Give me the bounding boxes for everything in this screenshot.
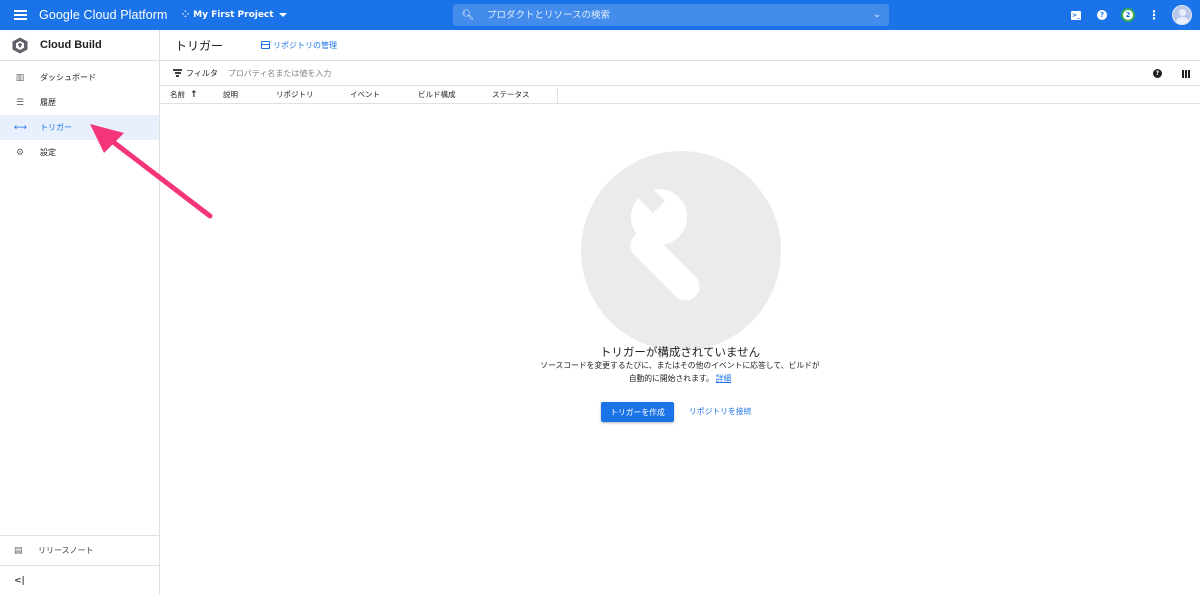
help-icon[interactable]: ? xyxy=(1153,69,1162,78)
collapse-sidebar-button[interactable]: <| xyxy=(0,565,159,595)
search-input[interactable] xyxy=(483,9,865,21)
sidebar-header: Cloud Build xyxy=(0,30,159,61)
dashboard-icon: ▥ xyxy=(15,72,25,83)
gear-icon: ⚙ xyxy=(15,147,25,158)
search-bar[interactable]: 🔍︎ ⌄ xyxy=(453,4,889,26)
cloud-build-logo-icon xyxy=(12,37,28,54)
column-header-event[interactable]: イベント xyxy=(350,86,380,104)
column-header-status[interactable]: ステータス xyxy=(492,86,530,104)
project-selector[interactable]: ⁘ My First Project xyxy=(182,10,287,20)
column-header-repository[interactable]: リポジトリ xyxy=(276,86,314,104)
sidebar-item-label: 設定 xyxy=(40,148,56,157)
sidebar-item-triggers[interactable]: ⟷ トリガー xyxy=(0,115,159,140)
column-display-icon[interactable] xyxy=(1182,69,1190,78)
sidebar: Cloud Build ▥ ダッシュボード ☰ 履歴 ⟷ トリガー ⚙ 設定 ▤… xyxy=(0,30,160,595)
empty-state-description: ソースコードを変更するたびに、またはその他のイベントに応答して、ビルドが 自動的… xyxy=(160,359,1200,385)
release-notes-link[interactable]: ▤ リリースノート xyxy=(0,535,159,565)
main-content: トリガー リポジトリの管理 フィルタ ? 名前↑ 説明 リポジトリ イベント ビ… xyxy=(160,30,1200,595)
filter-icon xyxy=(173,69,182,77)
filter-bar: フィルタ ? xyxy=(160,61,1200,86)
wrench-illustration xyxy=(581,151,781,351)
page-header: トリガー リポジトリの管理 xyxy=(160,30,1200,61)
sidebar-item-dashboard[interactable]: ▥ ダッシュボード xyxy=(0,65,159,90)
help-button[interactable]: ? xyxy=(1094,7,1110,23)
terminal-icon: >_ xyxy=(1071,10,1081,20)
manage-repositories-label: リポジトリの管理 xyxy=(273,40,338,50)
notification-count-badge: 2 xyxy=(1121,8,1135,22)
create-trigger-button[interactable]: トリガーを作成 xyxy=(601,402,674,422)
cloud-shell-button[interactable]: >_ xyxy=(1068,7,1084,23)
column-divider xyxy=(557,88,558,104)
empty-state-desc-line1: ソースコードを変更するたびに、またはその他のイベントに応答して、ビルドが xyxy=(540,361,820,370)
column-header-build-config[interactable]: ビルド構成 xyxy=(418,86,456,104)
top-app-bar: Google Cloud Platform ⁘ My First Project… xyxy=(0,0,1200,30)
sidebar-item-history[interactable]: ☰ 履歴 xyxy=(0,90,159,115)
page-title: トリガー xyxy=(175,38,224,53)
column-header-name[interactable]: 名前 ↑ xyxy=(170,86,198,104)
list-icon: ☰ xyxy=(15,97,25,108)
hamburger-menu-button[interactable] xyxy=(0,0,40,30)
connect-repository-link[interactable]: リポジトリを接続 xyxy=(689,402,751,422)
release-notes-icon: ▤ xyxy=(14,545,23,556)
search-expand-icon[interactable]: ⌄ xyxy=(865,10,889,20)
product-title: Cloud Build xyxy=(40,39,102,51)
manage-repositories-link[interactable]: リポジトリの管理 xyxy=(261,40,337,51)
empty-state-title: トリガーが構成されていません xyxy=(599,345,761,359)
table-header: 名前 ↑ 説明 リポジトリ イベント ビルド構成 ステータス xyxy=(160,86,1200,104)
repository-icon xyxy=(261,41,271,49)
filter-input[interactable] xyxy=(227,68,528,78)
project-icon: ⁘ xyxy=(181,10,190,20)
release-notes-label: リリースノート xyxy=(38,546,94,555)
menu-icon xyxy=(13,10,27,20)
filter-label: フィルタ xyxy=(186,68,218,78)
empty-state-desc-line2: 自動的に開始されます。 xyxy=(628,374,714,383)
details-link[interactable]: 詳細 xyxy=(716,374,732,383)
sidebar-nav: ▥ ダッシュボード ☰ 履歴 ⟷ トリガー ⚙ 設定 xyxy=(0,61,159,165)
sidebar-item-label: 履歴 xyxy=(40,98,56,107)
notifications-button[interactable]: 2 xyxy=(1120,7,1136,23)
search-icon: 🔍︎ xyxy=(461,9,475,21)
sidebar-item-label: ダッシュボード xyxy=(40,73,96,82)
help-icon: ? xyxy=(1097,10,1107,20)
sidebar-item-settings[interactable]: ⚙ 設定 xyxy=(0,140,159,165)
account-avatar[interactable] xyxy=(1172,5,1192,25)
arrow-icon: ⟷ xyxy=(14,122,27,133)
project-name: My First Project xyxy=(193,10,274,20)
chevron-down-icon xyxy=(278,13,287,17)
wrench-icon xyxy=(629,177,700,301)
more-options-icon[interactable]: ⋮ xyxy=(1146,7,1162,23)
sidebar-item-label: トリガー xyxy=(40,123,72,132)
platform-brand[interactable]: Google Cloud Platform xyxy=(39,8,168,22)
column-header-description[interactable]: 説明 xyxy=(223,86,238,104)
sort-ascending-icon: ↑ xyxy=(190,90,198,100)
